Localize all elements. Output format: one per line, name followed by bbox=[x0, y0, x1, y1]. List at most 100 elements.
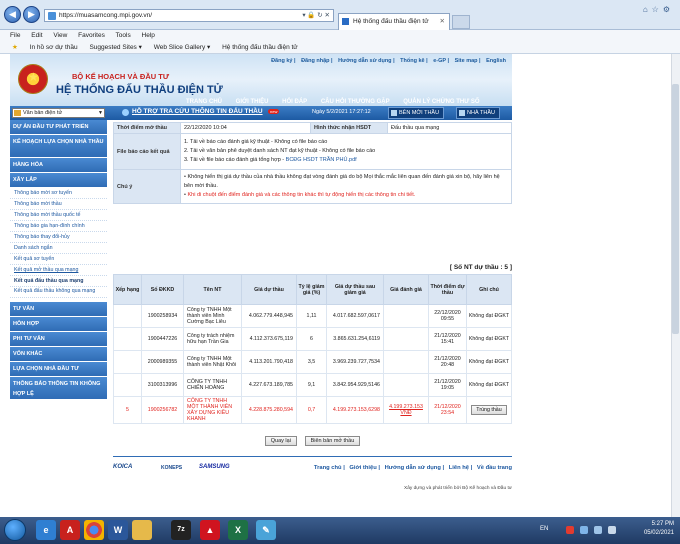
address-tools-icon[interactable]: ▾ 🔒 ↻ ✕ bbox=[302, 10, 330, 21]
report-item-1: 1. Tải về báo cáo đánh giá kỹ thuật - Kh… bbox=[184, 139, 328, 145]
nav-home[interactable]: TRANG CHỦ bbox=[186, 99, 222, 105]
clock[interactable]: 5:27 PM 05/02/2021 bbox=[644, 520, 674, 538]
footer-link-home[interactable]: Trang chủ bbox=[314, 465, 342, 471]
link-sitemap[interactable]: Site map bbox=[455, 58, 478, 64]
link-english[interactable]: English bbox=[486, 58, 506, 64]
menu-view[interactable]: View bbox=[53, 32, 67, 39]
link-egp[interactable]: e-GP bbox=[433, 58, 446, 64]
footer-link-guide[interactable]: Hướng dẫn sử dụng bbox=[385, 465, 441, 471]
footer-link-contact[interactable]: Liên hệ bbox=[449, 465, 469, 471]
nav-faq[interactable]: CÂU HỎI THƯỜNG GẶP bbox=[321, 99, 390, 105]
address-bar[interactable]: https://muasamcong.mpi.gov.vn/ ▾ 🔒 ↻ ✕ bbox=[44, 9, 334, 22]
tray-icon-1[interactable] bbox=[566, 526, 574, 534]
link-stats[interactable]: Thống kê bbox=[400, 58, 424, 64]
sidebar-item-opening-result[interactable]: Kết quả mở thầu qua mạng bbox=[10, 265, 107, 276]
fav-item-2[interactable]: Suggested Sites ▾ bbox=[89, 44, 141, 51]
chrome-taskbar-icon[interactable] bbox=[84, 520, 104, 540]
sidebar-section-mixed[interactable]: HỖN HỢP bbox=[10, 317, 107, 331]
new-tab-button[interactable] bbox=[452, 15, 470, 29]
menu-edit[interactable]: Edit bbox=[31, 32, 42, 39]
footer-link-top[interactable]: Về đầu trang bbox=[477, 465, 512, 471]
cell-note: Không đạt ĐGKT bbox=[466, 327, 512, 351]
ie-taskbar-icon[interactable]: e bbox=[36, 520, 56, 540]
bidder-count: [ Số NT dự thầu : 5 ] bbox=[449, 264, 512, 271]
paint-taskbar-icon[interactable]: ✎ bbox=[256, 520, 276, 540]
menu-help[interactable]: Help bbox=[142, 32, 155, 39]
tab-title: Hệ thống đấu thầu điện tử bbox=[353, 18, 429, 25]
back-button[interactable]: Quay lại bbox=[264, 436, 297, 446]
cell-reg: 3100313996 bbox=[141, 373, 184, 397]
sidebar-section-construction[interactable]: XÂY LẮP bbox=[10, 173, 107, 187]
nav-certificates[interactable]: QUẢN LÝ CHỨNG THƯ SỐ bbox=[403, 99, 479, 105]
opening-minutes-button[interactable]: Biên bản mở thầu bbox=[304, 436, 361, 446]
nav-qa[interactable]: HỎI ĐÁP bbox=[282, 99, 307, 105]
link-guide[interactable]: Hướng dẫn sử dụng bbox=[338, 58, 391, 64]
pdf-taskbar-icon[interactable]: A bbox=[60, 520, 80, 540]
acrobat-taskbar-icon[interactable]: ▲ bbox=[200, 520, 220, 540]
cell-time: 21/12/2020 15:41 bbox=[428, 327, 467, 351]
contractor-button[interactable]: NHÀ THẦU bbox=[456, 107, 501, 119]
sidebar-section-consulting[interactable]: TƯ VẤN bbox=[10, 302, 107, 316]
language-indicator[interactable]: EN bbox=[540, 526, 548, 532]
forward-icon[interactable]: ▶ bbox=[23, 6, 40, 23]
nav-about[interactable]: GIỚI THIỆU bbox=[236, 99, 269, 105]
search-type-select[interactable]: Văn bản điện tử ▼ bbox=[12, 108, 105, 118]
sidebar-section-other-capital[interactable]: VỐN KHÁC bbox=[10, 347, 107, 361]
sidebar-item-offline-result[interactable]: Kết quả đấu thầu không qua mạng bbox=[10, 287, 107, 298]
cell-eval bbox=[383, 350, 429, 374]
cell-discount: 1,11 bbox=[296, 304, 327, 328]
browser-tab[interactable]: Hệ thống đấu thầu điện tử ✕ bbox=[338, 13, 450, 30]
scroll-thumb[interactable] bbox=[672, 84, 679, 334]
sidebar-item-intl-tender[interactable]: Thông báo mời thầu quốc tế bbox=[10, 210, 107, 221]
table-row-winner: 5 1900256782 CÔNG TY TNHH MỘT THÀNH VIÊN… bbox=[113, 396, 512, 424]
menu-tools[interactable]: Tools bbox=[116, 32, 131, 39]
menu-bar: File Edit View Favorites Tools Help bbox=[0, 30, 680, 41]
support-lookup-link[interactable]: HỖ TRỢ TRA CỨU THÔNG TIN ĐẤU THẦU bbox=[122, 108, 263, 116]
bidder-button[interactable]: BÊN MỜI THẦU bbox=[388, 107, 445, 119]
sidebar-item-tender-notice[interactable]: Thông báo mời thầu bbox=[10, 199, 107, 210]
cell-eval-link[interactable]: 4.199.273.153 VNĐ bbox=[383, 396, 429, 424]
menu-favorites[interactable]: Favorites bbox=[78, 32, 105, 39]
menu-file[interactable]: File bbox=[10, 32, 20, 39]
sidebar-section-invalid[interactable]: THÔNG BÁO THÔNG TIN KHÔNG HỢP LỆ bbox=[10, 377, 107, 399]
sidebar-section-investment[interactable]: DỰ ÁN ĐẦU TƯ PHÁT TRIỂN bbox=[10, 120, 107, 134]
fav-item-3[interactable]: Web Slice Gallery ▾ bbox=[154, 44, 211, 51]
word-taskbar-icon[interactable]: W bbox=[108, 520, 128, 540]
tray-icon-2[interactable] bbox=[580, 526, 588, 534]
sub-bar: Văn bản điện tử ▼ HỖ TRỢ TRA CỨU THÔNG T… bbox=[10, 106, 512, 120]
fav-item-1[interactable]: In hồ sơ dự thầu bbox=[30, 44, 78, 51]
tab-close-icon[interactable]: ✕ bbox=[440, 14, 445, 29]
sidebar-section-investor[interactable]: LỰA CHỌN NHÀ ĐẦU TƯ bbox=[10, 362, 107, 376]
favorites-star-icon[interactable]: ★ bbox=[12, 44, 18, 51]
page-icon bbox=[48, 12, 56, 20]
winner-button[interactable]: Trúng thầu bbox=[471, 405, 507, 415]
results-header-row: Xếp hạng Số ĐKKD Tên NT Giá dự thầu Tỷ l… bbox=[113, 274, 512, 305]
sidebar-section-plan[interactable]: KẾ HOẠCH LỰA CHỌN NHÀ THẦU bbox=[10, 135, 107, 157]
volume-icon[interactable] bbox=[608, 526, 616, 534]
col-price: Giá dự thầu bbox=[241, 274, 297, 305]
cell-after: 3.969.239.727,7534 bbox=[326, 350, 384, 374]
report-file-link[interactable]: BCĐG HSDT TRẦN PHÚ.pdf bbox=[286, 157, 357, 163]
home-star-gear-icons[interactable]: ⌂☆⚙ bbox=[643, 5, 674, 14]
footer-link-about[interactable]: Giới thiệu bbox=[349, 465, 376, 471]
sidebar-item-extension[interactable]: Thông báo gia hạn-đính chính bbox=[10, 221, 107, 232]
link-login[interactable]: Đăng nhập bbox=[301, 58, 329, 64]
sidebar-item-shortlist[interactable]: Danh sách ngắn bbox=[10, 243, 107, 254]
start-button-icon[interactable] bbox=[4, 519, 26, 541]
sidebar-item-online-result[interactable]: Kết quả đấu thầu qua mạng bbox=[10, 276, 107, 287]
cell-after: 4.199.273.153,6298 bbox=[326, 396, 384, 424]
sidebar-item-prequal-result[interactable]: Kết quả sơ tuyển bbox=[10, 254, 107, 265]
tray-icon-3[interactable] bbox=[594, 526, 602, 534]
folder-taskbar-icon[interactable] bbox=[132, 520, 152, 540]
sidebar-item-change-cancel[interactable]: Thông báo thay đổi-hủy bbox=[10, 232, 107, 243]
sidebar-section-goods[interactable]: HÀNG HÓA bbox=[10, 158, 107, 172]
excel-taskbar-icon[interactable]: X bbox=[228, 520, 248, 540]
vertical-scrollbar[interactable] bbox=[671, 54, 680, 517]
link-register[interactable]: Đăng ký bbox=[271, 58, 292, 64]
sidebar-section-nonconsulting[interactable]: PHI TƯ VẤN bbox=[10, 332, 107, 346]
back-icon[interactable]: ◀ bbox=[4, 6, 21, 23]
col-time: Thời điểm dự thầu bbox=[428, 274, 467, 305]
7zip-taskbar-icon[interactable]: 7z bbox=[171, 520, 191, 540]
fav-item-4[interactable]: Hệ thống đấu thầu điện tử bbox=[222, 44, 298, 51]
sidebar-item-prequal-notice[interactable]: Thông báo mời sơ tuyển bbox=[10, 188, 107, 199]
